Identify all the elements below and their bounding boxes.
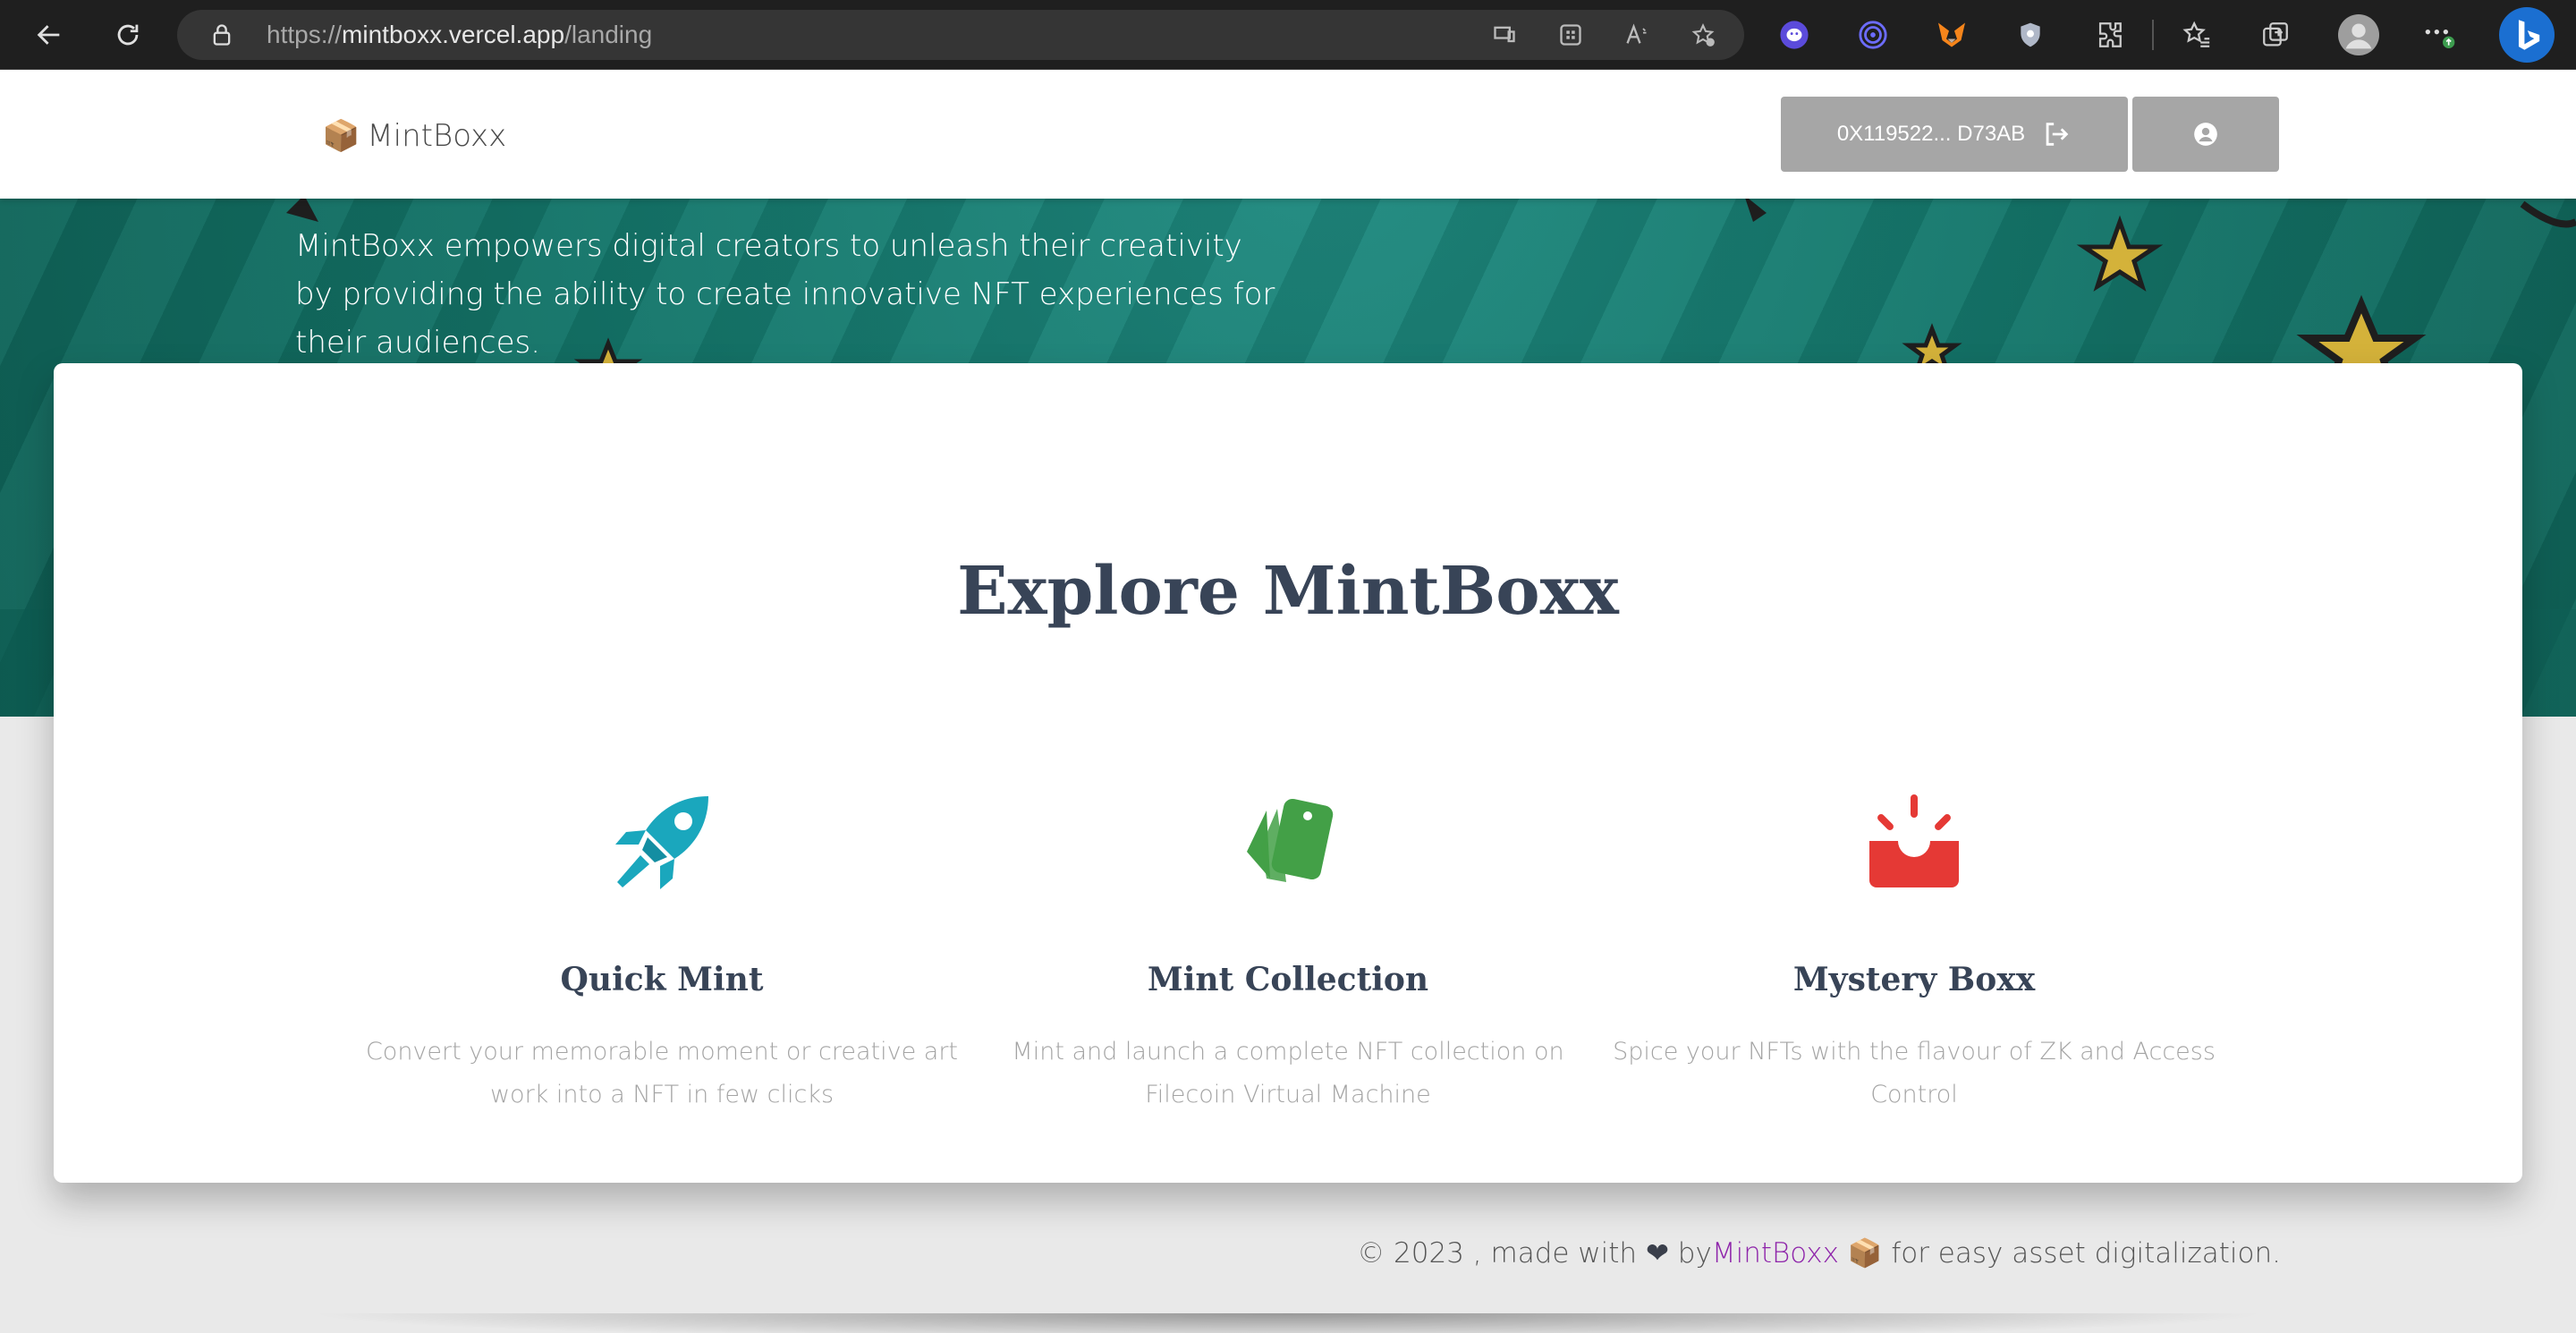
page: 📦 MintBoxx 0X119522... D73AB MintBoxx em… — [0, 70, 2576, 1333]
extension-ring-icon[interactable] — [1855, 17, 1891, 53]
site-header: 📦 MintBoxx 0X119522... D73AB — [0, 70, 2576, 199]
shield-extension-icon[interactable] — [2012, 17, 2048, 53]
user-circle-icon — [2194, 123, 2217, 146]
bing-copilot-icon[interactable] — [2499, 7, 2555, 63]
explore-title: Explore MintBoxx — [957, 553, 1619, 630]
explore-card: Explore MintBoxx Quick Mint Convert your… — [54, 363, 2522, 1183]
mystery-box-icon — [1869, 794, 1959, 887]
device-icon[interactable] — [1492, 22, 1517, 47]
feature-description: Convert your memorable moment or creativ… — [365, 1038, 959, 1108]
browser-toolbar: https://mintboxx.vercel.app/landing — [0, 0, 2576, 70]
reload-button[interactable] — [107, 14, 148, 55]
footer-prefix: © 2023 , made with — [1357, 1237, 1638, 1269]
box-emoji-icon: 📦 — [1847, 1237, 1883, 1269]
apps-icon[interactable] — [1558, 22, 1583, 47]
feature-quick-mint[interactable]: Quick Mint Convert your memorable moment… — [340, 789, 984, 1116]
back-arrow-icon — [37, 25, 60, 45]
favorites-icon[interactable] — [2179, 17, 2215, 53]
profile-button[interactable] — [2132, 97, 2279, 172]
lock-icon — [213, 24, 231, 46]
read-aloud-icon[interactable] — [1624, 22, 1649, 47]
profile-avatar-icon[interactable] — [2338, 14, 2379, 55]
address-bar[interactable]: https://mintboxx.vercel.app/landing — [177, 10, 1744, 60]
more-menu-icon[interactable] — [2420, 17, 2456, 53]
rocket-icon — [615, 796, 708, 889]
feature-mint-collection[interactable]: Mint Collection Mint and launch a comple… — [966, 789, 1610, 1116]
hero-tagline: MintBoxx empowers digital creators to un… — [295, 228, 1275, 361]
tags-icon — [1247, 798, 1334, 882]
bottom-shadow — [304, 1313, 2272, 1333]
toolbar-divider — [2152, 20, 2154, 50]
url-text: https://mintboxx.vercel.app/landing — [267, 21, 653, 48]
collections-icon[interactable] — [2258, 17, 2293, 53]
feature-mystery-boxx[interactable]: Mystery Boxx Spice your NFTs with the fl… — [1592, 789, 2236, 1116]
back-button[interactable] — [29, 14, 70, 55]
feature-description: Mint and launch a complete NFT collectio… — [1012, 1038, 1564, 1108]
brand-logo[interactable]: 📦 MintBoxx — [322, 109, 506, 163]
wallet-disconnect-button[interactable]: 0X119522... D73AB — [1781, 97, 2128, 172]
reload-icon — [117, 24, 139, 46]
heart-icon: ❤ — [1645, 1237, 1669, 1269]
add-favorite-icon[interactable] — [1690, 22, 1716, 47]
footer-brand-link[interactable]: MintBoxx — [1712, 1237, 1839, 1269]
feature-title: Mint Collection — [1147, 961, 1429, 998]
footer: © 2023 , made with ❤ byMintBoxx 📦 for ea… — [0, 1236, 2281, 1269]
feature-title: Mystery Boxx — [1792, 961, 2036, 998]
logout-icon — [2046, 123, 2069, 146]
puzzle-extensions-icon[interactable] — [2091, 17, 2127, 53]
wallet-address: 0X119522... D73AB — [1836, 122, 2026, 146]
footer-by: by — [1677, 1237, 1712, 1269]
footer-suffix: for easy asset digitalization. — [1891, 1237, 2281, 1269]
feature-description: Spice your NFTs with the flavour of ZK a… — [1613, 1038, 2216, 1108]
extension-ghost-icon[interactable] — [1776, 17, 1812, 53]
brand-name: MintBoxx — [367, 118, 507, 154]
box-emoji-icon: 📦 — [322, 118, 360, 154]
feature-title: Quick Mint — [560, 961, 764, 998]
metamask-fox-icon[interactable] — [1934, 17, 1970, 53]
